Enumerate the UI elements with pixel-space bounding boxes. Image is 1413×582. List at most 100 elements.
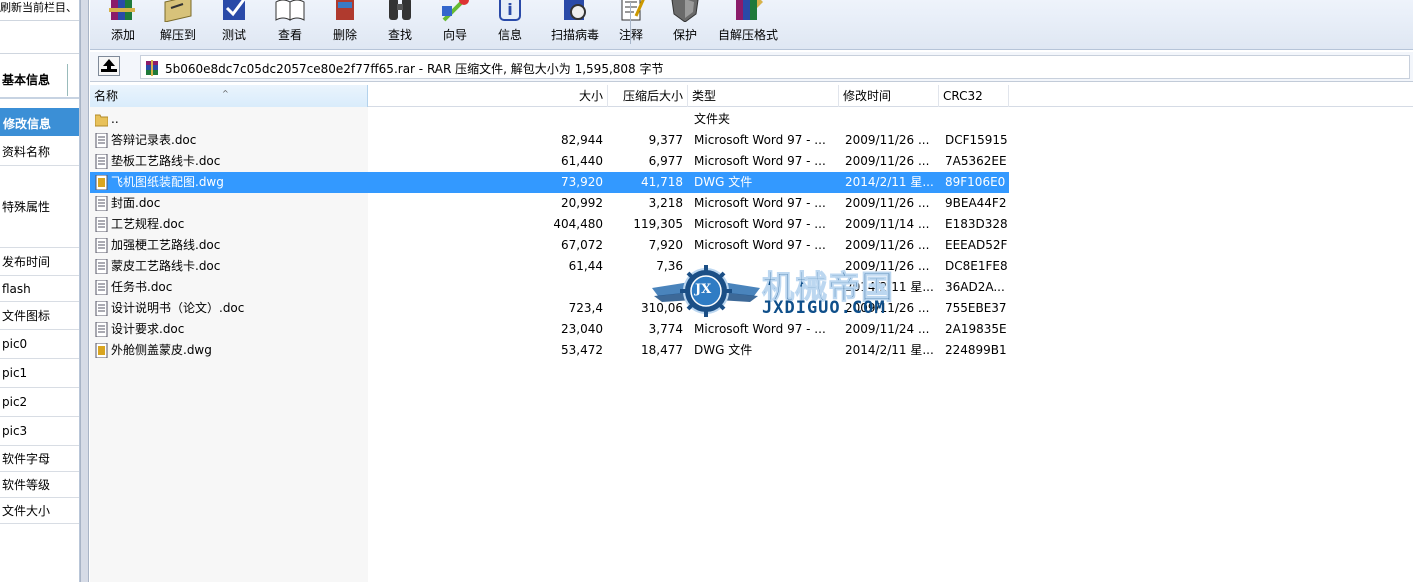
folder-file-icon — [94, 112, 109, 127]
file-type: 文件夹 — [694, 112, 731, 126]
toolbar-button-label: 信息 — [497, 28, 522, 42]
archive-path-box[interactable]: 5b060e8dc7c05dc2057ce80e2f77ff65.rar - R… — [140, 55, 1410, 79]
watermark-url: JXDIGUO.COM — [762, 298, 886, 318]
file-name: 飞机图纸装配图.dwg — [111, 175, 224, 189]
file-name: 工艺规程.doc — [111, 217, 185, 231]
view-book-icon — [273, 0, 307, 22]
file-row[interactable]: 答辩记录表.doc 82,944 9,377 Microsoft Word 97 - … — [90, 130, 1009, 151]
column-name[interactable]: 名称 ^ — [90, 85, 368, 107]
doc-file-icon — [95, 153, 108, 170]
file-modified: 2009/11/26 ... — [845, 196, 930, 210]
column-name-label: 名称 — [94, 89, 119, 103]
toolbar-button-delete[interactable]: 删除 — [318, 0, 372, 46]
test-icon — [217, 0, 251, 22]
file-name: .. — [111, 112, 119, 126]
file-crc: 2A19835E — [945, 322, 1007, 336]
file-row[interactable]: 工艺规程.doc 404,480 119,305 Microsoft Word 97 … — [90, 214, 1009, 235]
file-type: Microsoft Word 97 - ... — [694, 133, 826, 147]
column-crc[interactable]: CRC32 — [939, 85, 1009, 107]
binoculars-icon — [383, 0, 417, 22]
file-crc: 755EBE37 — [945, 301, 1007, 315]
doc-file-icon — [95, 132, 108, 149]
file-name: 设计要求.doc — [111, 322, 185, 336]
file-crc: 89F106E0 — [945, 175, 1006, 189]
toolbar-button-label: 保护 — [672, 28, 697, 42]
toolbar-button-view-book[interactable]: 查看 — [263, 0, 317, 46]
left-panel: 刷新当前栏目、 基本信息 修改信息 资料名称 特殊属性 发布时间 flash 文件图标 p… — [0, 0, 80, 582]
file-size: 53,472 — [561, 343, 603, 357]
splitter-bar[interactable] — [80, 0, 89, 582]
column-packed[interactable]: 压缩后大小 — [608, 85, 688, 107]
toolbar-button-extract-to[interactable]: 解压到 — [151, 0, 205, 46]
file-packed: 6,977 — [648, 154, 683, 168]
toolbar-button-comment[interactable]: 注释 — [604, 0, 658, 46]
refresh-column-link[interactable]: 刷新当前栏目、 — [0, 0, 79, 18]
file-row[interactable]: 外舱侧盖蒙皮.dwg 53,472 18,477 DWG 文件 2014/2/11 星.… — [90, 340, 1009, 361]
file-modified: 2009/11/14 ... — [845, 217, 930, 231]
toolbar-button-info[interactable]: i 信息 — [483, 0, 537, 46]
column-size[interactable]: 大小 — [508, 85, 608, 107]
sfx-icon — [731, 0, 765, 22]
tab-basic-info[interactable]: 基本信息 — [0, 64, 68, 96]
parent-folder-row[interactable]: .. 文件夹 — [90, 109, 1009, 130]
column-modified[interactable]: 修改时间 — [839, 85, 939, 107]
up-folder-button[interactable] — [98, 56, 120, 76]
toolbar-button-label: 删除 — [332, 28, 357, 42]
watermark: JX 机械帝国 JXDIGUO.COM — [650, 262, 950, 324]
file-modified: 2009/11/26 ... — [845, 238, 930, 252]
file-size: 723,4 — [568, 301, 603, 315]
toolbar-button-virus-scan[interactable]: 扫描病毒 — [542, 0, 608, 46]
toolbar-button-test[interactable]: 测试 — [207, 0, 261, 46]
field-label: 文件大小 — [0, 498, 79, 524]
file-type: Microsoft Word 97 - ... — [694, 238, 826, 252]
field-label: 资料名称 — [0, 138, 79, 166]
field-label: 发布时间 — [0, 248, 79, 276]
column-type[interactable]: 类型 — [688, 85, 839, 107]
field-label: 特殊属性 — [0, 166, 79, 248]
file-size: 82,944 — [561, 133, 603, 147]
toolbar-button-books-add[interactable]: 添加 — [96, 0, 150, 46]
file-size: 61,44 — [568, 259, 603, 273]
file-crc: 9BEA44F2 — [945, 196, 1007, 210]
field-label: pic0 — [0, 330, 79, 359]
field-label: 软件字母 — [0, 446, 79, 472]
doc-file-icon — [95, 258, 108, 275]
toolbar-button-binoculars[interactable]: 查找 — [373, 0, 427, 46]
file-row[interactable]: 封面.doc 20,992 3,218 Microsoft Word 97 - ...… — [90, 193, 1009, 214]
comment-icon — [614, 0, 648, 22]
winrar-window: 添加 解压到 测试 查看 删除 查找 向导 i 信息 扫描病毒注释保护 自解压格式 5b060e8d… — [90, 0, 1413, 582]
books-add-icon — [106, 0, 140, 22]
file-list: .. 文件夹 答辩记录表.doc 82,944 9,377 Microsoft Word … — [90, 107, 1413, 582]
file-packed: 7,920 — [648, 238, 683, 252]
file-name: 蒙皮工艺路线卡.doc — [111, 259, 221, 273]
rar-archive-icon — [146, 60, 158, 76]
file-modified: 2009/11/26 ... — [845, 154, 930, 168]
virus-scan-icon — [558, 0, 592, 22]
file-packed: 9,377 — [648, 133, 683, 147]
toolbar-button-label: 添加 — [110, 28, 135, 42]
file-row[interactable]: 垫板工艺路线卡.doc 61,440 6,977 Microsoft Word 97 … — [90, 151, 1009, 172]
doc-file-icon — [95, 237, 108, 254]
file-name: 外舱侧盖蒙皮.dwg — [111, 343, 212, 357]
tab-edit-info[interactable]: 修改信息 — [0, 108, 79, 136]
left-input-box[interactable] — [0, 20, 79, 54]
dwg-file-icon — [95, 342, 108, 359]
delete-icon — [328, 0, 362, 22]
svg-text:i: i — [507, 0, 512, 19]
file-size: 404,480 — [553, 217, 603, 231]
toolbar: 添加 解压到 测试 查看 删除 查找 向导 i 信息 扫描病毒注释保护 自解压格式 — [90, 0, 1413, 50]
toolbar-button-shield[interactable]: 保护 — [658, 0, 712, 46]
file-row[interactable]: 加强梗工艺路线.doc 67,072 7,920 Microsoft Word 97 … — [90, 235, 1009, 256]
up-arrow-icon — [101, 59, 117, 72]
file-size: 23,040 — [561, 322, 603, 336]
file-crc: DC8E1FE8 — [945, 259, 1007, 273]
toolbar-button-sfx[interactable]: 自解压格式 — [712, 0, 784, 46]
file-row[interactable]: 飞机图纸装配图.dwg 73,920 41,718 DWG 文件 2014/2/11 星… — [90, 172, 1009, 193]
file-modified: 2014/2/11 星... — [845, 343, 934, 357]
file-packed: 3,218 — [648, 196, 683, 210]
toolbar-button-label: 测试 — [221, 28, 246, 42]
file-crc: DCF15915 — [945, 133, 1007, 147]
toolbar-separator — [630, 2, 631, 44]
file-type: DWG 文件 — [694, 343, 753, 357]
toolbar-button-wizard[interactable]: 向导 — [428, 0, 482, 46]
